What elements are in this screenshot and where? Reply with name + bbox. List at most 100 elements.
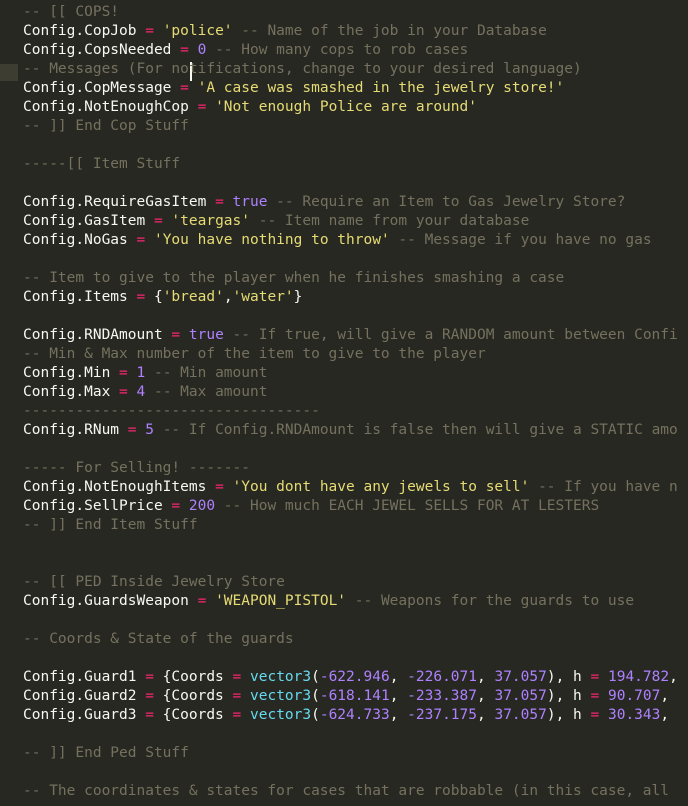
code-line[interactable]: Config.NotEnoughItems = 'You dont have a…: [0, 478, 688, 497]
code-line[interactable]: Config.Guard3 = {Coords = vector3(-624.7…: [0, 706, 688, 725]
code-number: -622.946: [319, 669, 390, 685]
code-operator: =: [153, 213, 163, 229]
code-line[interactable]: Config.RNum = 5 -- If Config.RNDAmount i…: [0, 421, 688, 440]
code-identifier: Config.RNum: [23, 422, 128, 438]
code-identifier: Config.Min: [23, 365, 120, 381]
code-punctuation: [189, 80, 198, 96]
code-number: -226.071: [407, 669, 477, 685]
code-function: vector3: [250, 707, 312, 723]
code-comment: -- The coordinates & states for cases th…: [23, 783, 670, 799]
code-line[interactable]: Config.GasItem = 'teargas' -- Item name …: [0, 212, 688, 231]
code-line[interactable]: -- [[ PED Inside Jewelry Store: [0, 573, 688, 592]
code-line[interactable]: -----[[ Item Stuff: [0, 155, 688, 174]
code-line[interactable]: Config.Guard1 = {Coords = vector3(-622.9…: [0, 668, 688, 687]
code-identifier: Config.NotEnoughCop: [23, 99, 198, 115]
code-punctuation: ,: [660, 688, 670, 704]
code-comment: -- Message if you have no gas: [389, 232, 652, 248]
code-operator: =: [180, 42, 189, 58]
code-comment: -- Item name from your database: [250, 213, 530, 229]
code-line[interactable]: [0, 554, 688, 573]
code-punctuation: {Coords: [153, 669, 233, 685]
code-line[interactable]: Config.Guard2 = {Coords = vector3(-618.1…: [0, 687, 688, 706]
code-operator: =: [119, 384, 128, 400]
code-operator: =: [136, 232, 146, 248]
code-lines: -- [[ COPS! Config.CopJob = 'police' -- N…: [0, 3, 688, 801]
code-comment: -- If Config.RNDAmount is false then wil…: [153, 422, 678, 438]
code-operator: =: [232, 669, 242, 685]
code-identifier: Config.CopJob: [23, 23, 146, 39]
code-operator: =: [180, 80, 189, 96]
code-line[interactable]: Config.Min = 1 -- Min amount: [0, 364, 688, 383]
code-comment: -- Coords & State of the guards: [23, 631, 294, 647]
code-line[interactable]: Config.NoGas = 'You have nothing to thro…: [0, 231, 688, 250]
code-comment: -- Min & Max number of the item to give …: [23, 346, 486, 362]
code-punctuation: ,: [477, 669, 495, 685]
code-identifier: Config.CopMessage: [23, 80, 181, 96]
code-line[interactable]: -- Min & Max number of the item to give …: [0, 345, 688, 364]
code-line[interactable]: Config.GuardsWeapon = 'WEAPON_PISTOL' --…: [0, 592, 688, 611]
code-punctuation: (: [311, 688, 320, 704]
code-line[interactable]: -- Messages (For notifications, change t…: [0, 60, 688, 79]
code-number: 5: [145, 422, 154, 438]
code-line[interactable]: [0, 440, 688, 459]
code-line[interactable]: Config.CopsNeeded = 0 -- How many cops t…: [0, 41, 688, 60]
code-line[interactable]: [0, 725, 688, 744]
code-punctuation: [128, 365, 137, 381]
code-line[interactable]: -- ]] End Cop Stuff: [0, 117, 688, 136]
code-line[interactable]: Config.CopMessage = 'A case was smashed …: [0, 79, 688, 98]
code-line[interactable]: -- Coords & State of the guards: [0, 630, 688, 649]
code-line[interactable]: Config.SellPrice = 200 -- How much EACH …: [0, 497, 688, 516]
code-line[interactable]: -- The coordinates & states for cases th…: [0, 782, 688, 801]
code-line[interactable]: [0, 250, 688, 269]
code-line[interactable]: -- [[ COPS!: [0, 3, 688, 22]
code-function: vector3: [250, 669, 312, 685]
code-punctuation: ), h: [546, 688, 591, 704]
code-line[interactable]: [0, 307, 688, 326]
code-number: -618.141: [319, 688, 390, 704]
code-string: 'Not enough Police are around': [215, 99, 477, 115]
code-number: 37.057: [494, 669, 547, 685]
code-comment: -- ]] End Item Stuff: [23, 517, 198, 533]
code-comment: -- [[ PED Inside Jewelry Store: [23, 574, 285, 590]
code-line[interactable]: -- Item to give to the player when he fi…: [0, 269, 688, 288]
code-operator: =: [232, 688, 242, 704]
code-number: -624.733: [319, 707, 390, 723]
code-operator: =: [590, 688, 600, 704]
code-line[interactable]: -- ]] End Item Stuff: [0, 516, 688, 535]
code-line[interactable]: Config.CopJob = 'police' -- Name of the …: [0, 22, 688, 41]
code-line[interactable]: [0, 649, 688, 668]
code-line[interactable]: [0, 174, 688, 193]
code-number: 30.343: [607, 707, 661, 723]
code-punctuation: ,: [660, 707, 670, 723]
code-number: 90.707: [607, 688, 661, 704]
code-string: 'bread': [162, 289, 224, 305]
code-identifier: Config.RequireGasItem: [23, 194, 216, 210]
code-number: 200: [188, 498, 216, 514]
code-line[interactable]: Config.NotEnoughCop = 'Not enough Police…: [0, 98, 688, 117]
code-line[interactable]: Config.Max = 4 -- Max amount: [0, 383, 688, 402]
code-line[interactable]: Config.RequireGasItem = true -- Require …: [0, 193, 688, 212]
code-comment: ----------------------------------: [23, 403, 320, 419]
code-line[interactable]: [0, 763, 688, 782]
code-line[interactable]: ----------------------------------: [0, 402, 688, 421]
code-punctuation: [599, 688, 608, 704]
code-string: 'WEAPON_PISTOL': [215, 593, 347, 609]
code-punctuation: {Coords: [153, 707, 233, 723]
code-punctuation: [154, 23, 163, 39]
code-line[interactable]: [0, 611, 688, 630]
code-line[interactable]: -- ]] End Ped Stuff: [0, 744, 688, 763]
code-string: 'water': [232, 289, 294, 305]
code-punctuation: ,: [669, 669, 678, 685]
code-punctuation: [599, 669, 608, 685]
code-line[interactable]: Config.Items = {'bread','water'}: [0, 288, 688, 307]
code-line[interactable]: [0, 136, 688, 155]
code-line[interactable]: Config.RNDAmount = true -- If true, will…: [0, 326, 688, 345]
code-punctuation: ), h: [546, 669, 591, 685]
code-editor[interactable]: -- [[ COPS! Config.CopJob = 'police' -- N…: [0, 3, 688, 806]
code-line[interactable]: ----- For Selling! -------: [0, 459, 688, 478]
code-identifier: Config.CopsNeeded: [23, 42, 181, 58]
code-line[interactable]: [0, 535, 688, 554]
code-string: 'You have nothing to throw': [153, 232, 390, 248]
code-operator: =: [136, 289, 146, 305]
code-boolean: true: [188, 327, 224, 343]
